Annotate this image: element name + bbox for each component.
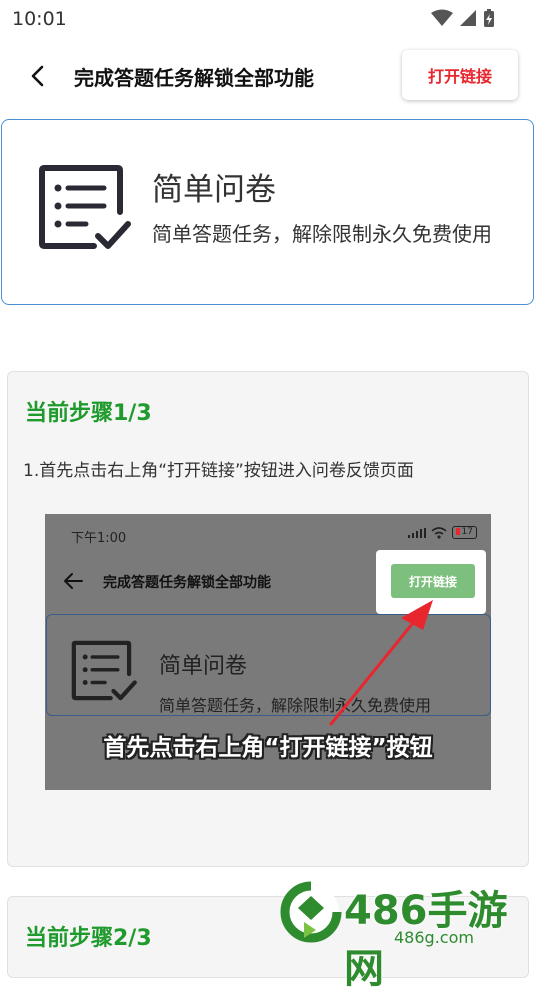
back-arrow-icon[interactable] (24, 62, 52, 90)
wifi-icon (431, 9, 453, 26)
battery-charging-icon (484, 9, 494, 27)
survey-name: 简单问卷 (152, 172, 276, 208)
watermark-logo: 486手游网 486g.com (276, 876, 535, 992)
signal-icon (460, 10, 476, 26)
step-title: 当前步骤1/3 (25, 401, 152, 426)
step-card-1: 当前步骤1/3 1.首先点击右上角“打开链接”按钮进入问卷反馈页面 下午1:00… (7, 371, 529, 867)
survey-description: 简单答题任务，解除限制永久免费使用 (152, 222, 492, 246)
open-link-button[interactable]: 打开链接 (402, 50, 518, 100)
step-title-2: 当前步骤2/3 (25, 926, 152, 951)
app-bar: 完成答题任务解锁全部功能 打开链接 (0, 36, 535, 116)
step-demo-screenshot: 下午1:00 17 完成答题任务解锁全部功能 打开链接 简单问卷 简单答题任务，… (45, 514, 491, 790)
status-time: 10:01 (12, 8, 67, 30)
demo-caption: 首先点击右上角“打开链接”按钮 (103, 735, 433, 761)
survey-card[interactable]: 简单问卷 简单答题任务，解除限制永久免费使用 (1, 119, 534, 305)
status-icons (431, 8, 495, 28)
watermark-badge-icon (280, 881, 342, 943)
step-instruction: 1.首先点击右上角“打开链接”按钮进入问卷反馈页面 (23, 461, 414, 481)
watermark-url: 486g.com (394, 928, 474, 947)
survey-document-icon (39, 165, 131, 249)
status-bar: 10:01 (0, 0, 535, 36)
page-title: 完成答题任务解锁全部功能 (74, 66, 314, 90)
